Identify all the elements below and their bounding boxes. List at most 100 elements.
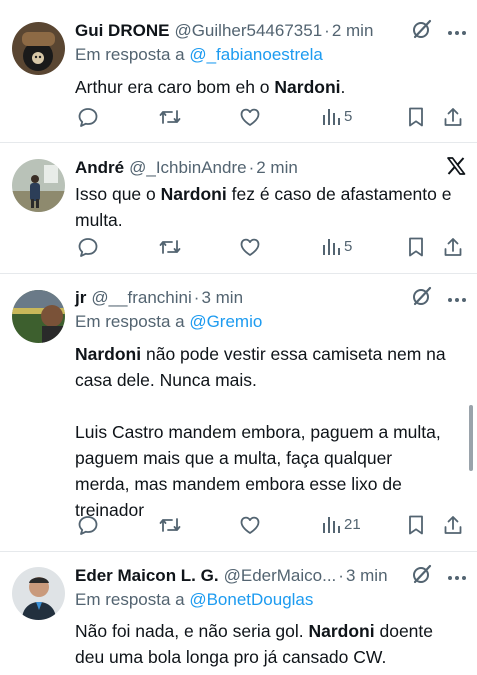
like-button[interactable] <box>239 514 261 536</box>
bookmark-icon <box>409 515 423 535</box>
separator-dot: · <box>324 21 330 40</box>
share-button[interactable] <box>443 236 463 258</box>
retweet-icon <box>159 240 181 254</box>
text-bold: Nardoni <box>160 184 227 204</box>
avatar[interactable] <box>12 567 65 620</box>
reply-prefix: Em resposta a <box>75 312 190 331</box>
like-button[interactable] <box>239 236 261 258</box>
text-bold: Nardoni <box>75 344 142 364</box>
text-segment: doente <box>374 621 434 641</box>
views-button[interactable]: 21 <box>322 514 361 534</box>
reply-mention[interactable]: @_fabianoestrela <box>189 45 323 64</box>
tweet[interactable]: Gui DRONE @Guilher54467351 · 2 min Em re… <box>0 0 477 143</box>
user-handle[interactable]: @EderMaico... <box>224 566 337 586</box>
views-icon <box>323 109 340 125</box>
like-button[interactable] <box>239 106 261 128</box>
reply-mention[interactable]: @Gremio <box>189 312 262 331</box>
text-segment: paguem mais que a multa, faça qualquer <box>75 448 393 468</box>
retweet-icon <box>159 518 181 532</box>
text-segment: Não foi nada, e não seria gol. <box>75 621 309 641</box>
avatar[interactable] <box>12 22 65 75</box>
bookmark-button[interactable] <box>407 106 425 128</box>
retweet-icon <box>159 110 181 124</box>
action-bar: 5 <box>75 106 465 130</box>
display-name[interactable]: Eder Maicon L. G. <box>75 566 219 586</box>
text-segment: fez é caso de afastamento e <box>226 184 452 204</box>
text-bold: Nardoni <box>274 77 341 97</box>
action-bar: 21 <box>75 514 465 538</box>
text-segment: Arthur era caro bom eh o <box>75 77 275 97</box>
tweet[interactable]: André @_IchbinAndre · 2 min Isso que o N… <box>0 143 477 274</box>
timestamp[interactable]: 2 min <box>256 158 298 178</box>
tweet[interactable]: Eder Maicon L. G. @EderMaico... · 3 min … <box>0 552 477 675</box>
text-bold: Nardoni <box>308 621 375 641</box>
tweet-header: Eder Maicon L. G. @EderMaico... · 3 min <box>75 564 467 588</box>
like-icon <box>240 238 260 256</box>
bookmark-button[interactable] <box>407 514 425 536</box>
retweet-button[interactable] <box>158 514 182 536</box>
scrollbar[interactable] <box>469 405 473 471</box>
reply-prefix: Em resposta a <box>75 590 190 609</box>
reply-button[interactable] <box>77 236 99 258</box>
text-segment: multa. <box>75 210 123 230</box>
reply-mention[interactable]: @BonetDouglas <box>189 590 313 609</box>
avatar[interactable] <box>12 290 65 343</box>
more-icon[interactable] <box>447 566 467 586</box>
tweet-header: Gui DRONE @Guilher54467351 · 2 min <box>75 19 467 43</box>
tweet[interactable]: jr @__franchini · 3 min Em resposta a @G… <box>0 274 477 552</box>
reply-icon <box>78 238 98 257</box>
views-button[interactable]: 5 <box>322 236 352 256</box>
share-icon <box>444 516 462 534</box>
bookmark-icon <box>409 237 423 257</box>
like-icon <box>240 108 260 126</box>
grok-icon[interactable] <box>411 563 433 590</box>
retweet-button[interactable] <box>158 106 182 128</box>
user-handle[interactable]: @Guilher54467351 <box>174 21 322 41</box>
separator-dot: · <box>193 288 200 307</box>
text-segment: Luis Castro mandem embora, paguem a mult… <box>75 422 441 442</box>
user-handle[interactable]: @__franchini <box>91 288 191 308</box>
views-count: 5 <box>344 107 353 125</box>
views-count: 21 <box>344 515 361 533</box>
share-button[interactable] <box>443 106 463 128</box>
views-icon <box>323 517 340 533</box>
more-icon[interactable] <box>447 288 467 308</box>
text-segment: deu uma bola longa pro já cansado CW. <box>75 647 387 667</box>
text-segment: Isso que o <box>75 184 161 204</box>
text-segment: não pode vestir essa camiseta nem na <box>141 344 446 364</box>
display-name[interactable]: Gui DRONE <box>75 21 169 41</box>
reply-prefix: Em resposta a <box>75 45 190 64</box>
reply-context: Em resposta a @_fabianoestrela <box>75 45 323 65</box>
bookmark-icon <box>409 107 423 127</box>
display-name[interactable]: jr <box>75 288 86 308</box>
timestamp[interactable]: 2 min <box>332 21 374 41</box>
separator-dot: · <box>338 566 344 585</box>
reply-button[interactable] <box>77 514 99 536</box>
separator-dot: · <box>248 158 255 177</box>
avatar[interactable] <box>12 159 65 212</box>
more-icon[interactable] <box>447 21 467 41</box>
x-logo-icon <box>445 155 467 182</box>
timestamp[interactable]: 3 min <box>201 288 243 308</box>
share-button[interactable] <box>443 514 463 536</box>
share-icon <box>444 108 462 126</box>
reply-button[interactable] <box>77 106 99 128</box>
display-name[interactable]: André <box>75 158 124 178</box>
reply-icon <box>78 108 98 127</box>
timestamp[interactable]: 3 min <box>346 566 388 586</box>
views-icon <box>323 239 340 255</box>
user-handle[interactable]: @_IchbinAndre <box>129 158 246 178</box>
retweet-button[interactable] <box>158 236 182 258</box>
text-segment: casa dele. Nunca mais. <box>75 370 257 390</box>
text-segment: merda, mas mandem embora esse lixo de <box>75 474 402 494</box>
grok-icon[interactable] <box>411 285 433 312</box>
bookmark-button[interactable] <box>407 236 425 258</box>
tweet-text: Arthur era caro bom eh o Nardoni. <box>75 74 470 100</box>
reply-icon <box>78 516 98 535</box>
text-segment: . <box>340 77 346 97</box>
views-button[interactable]: 5 <box>322 106 352 126</box>
tweet-text: Não foi nada, e não seria gol. Nardoni d… <box>75 618 470 670</box>
tweet-header: jr @__franchini · 3 min <box>75 286 467 310</box>
tweet-text: Isso que o Nardoni fez é caso de afastam… <box>75 181 470 233</box>
grok-icon[interactable] <box>411 18 433 45</box>
